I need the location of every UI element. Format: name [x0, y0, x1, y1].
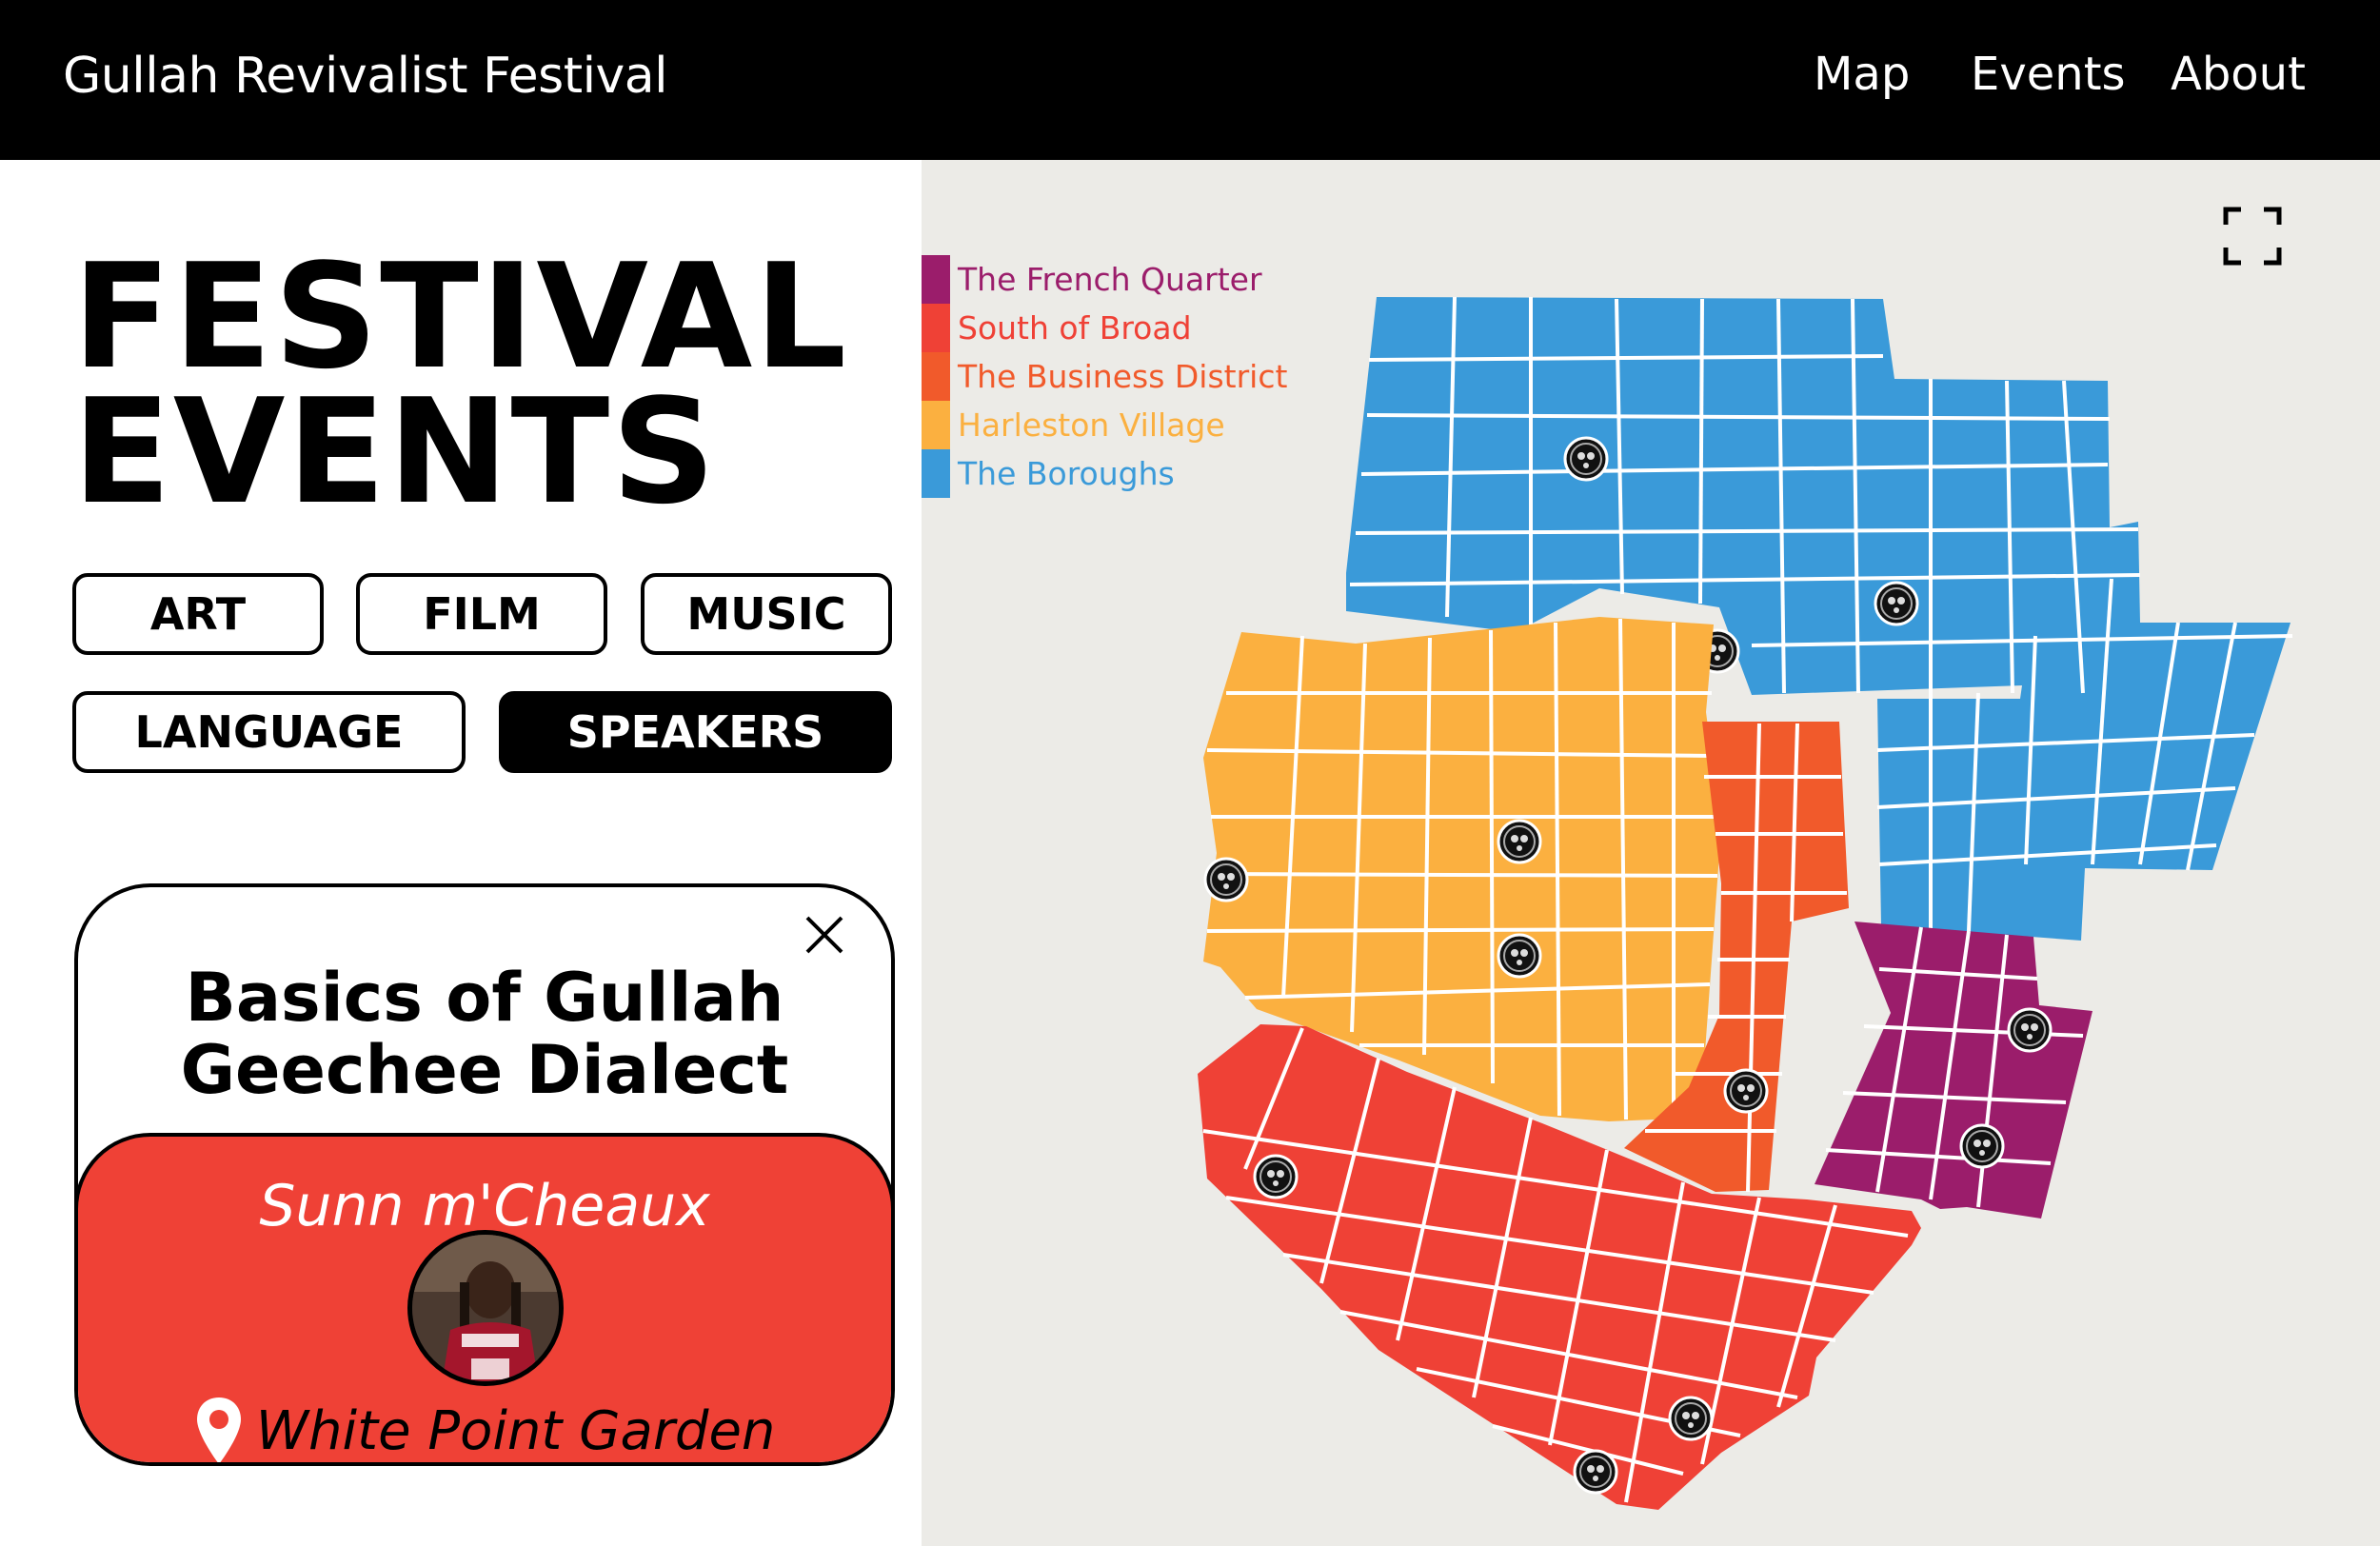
speaker-photo: [412, 1235, 559, 1381]
event-title-line-1: Basics of Gullah: [185, 959, 784, 1037]
top-nav-bar: Gullah Revivalist Festival Map Events Ab…: [0, 0, 2380, 160]
event-marker-icon[interactable]: [2007, 1007, 2053, 1053]
filter-film-button[interactable]: FILM: [356, 573, 607, 655]
event-marker-icon[interactable]: [1497, 933, 1542, 979]
event-card: Basics of Gullah Geechee Dialect Sunn m'…: [74, 883, 895, 1466]
legend-swatch: [922, 352, 950, 401]
legend-label: South of Broad: [958, 309, 1192, 347]
legend-swatch: [922, 449, 950, 498]
nav-link-map[interactable]: Map: [1814, 48, 1910, 101]
legend-item-south-of-broad[interactable]: South of Broad: [922, 304, 1302, 352]
filter-speakers-button[interactable]: SPEAKERS: [499, 691, 892, 773]
legend-item-harleston-village[interactable]: Harleston Village: [922, 401, 1302, 449]
event-details-panel: Sunn m'Cheaux White Point Garden: [78, 1133, 891, 1462]
nav-link-events[interactable]: Events: [1971, 48, 2126, 101]
legend-item-business-district[interactable]: The Business District: [922, 352, 1302, 401]
speaker-avatar: [407, 1230, 564, 1386]
district-the-french-quarter[interactable]: [1815, 922, 2092, 1219]
fullscreen-icon[interactable]: [2222, 206, 2283, 267]
close-icon[interactable]: [802, 912, 847, 958]
event-marker-icon[interactable]: [1203, 857, 1249, 902]
legend-label: Harleston Village: [958, 406, 1225, 444]
legend-swatch: [922, 255, 950, 304]
location-pin-icon: [196, 1397, 241, 1462]
event-title: Basics of Gullah Geechee Dialect: [78, 961, 891, 1106]
filter-art-button[interactable]: ART: [72, 573, 324, 655]
page-title-line-1: FESTIVAL: [72, 232, 849, 401]
event-marker-icon[interactable]: [1497, 819, 1542, 864]
filter-music-button[interactable]: MUSIC: [641, 573, 892, 655]
map-legend: The French Quarter South of Broad The Bu…: [922, 255, 1302, 498]
event-title-line-2: Geechee Dialect: [180, 1031, 789, 1109]
legend-label: The Business District: [958, 358, 1288, 395]
location-name[interactable]: White Point Garden: [256, 1400, 776, 1462]
event-location: White Point Garden: [78, 1396, 891, 1462]
legend-item-the-boroughs[interactable]: The Boroughs: [922, 449, 1302, 498]
page-title-line-2: EVENTS: [72, 367, 718, 536]
legend-swatch: [922, 401, 950, 449]
event-marker-icon[interactable]: [1959, 1123, 2005, 1169]
legend-label: The French Quarter: [958, 261, 1262, 298]
nav-link-about[interactable]: About: [2171, 48, 2306, 101]
event-marker-icon[interactable]: [1253, 1154, 1299, 1199]
site-title[interactable]: Gullah Revivalist Festival: [63, 48, 668, 105]
event-marker-icon[interactable]: [1563, 436, 1609, 482]
filter-language-button[interactable]: LANGUAGE: [72, 691, 466, 773]
legend-label: The Boroughs: [958, 455, 1175, 492]
legend-item-french-quarter[interactable]: The French Quarter: [922, 255, 1302, 304]
event-marker-icon[interactable]: [1573, 1449, 1618, 1495]
event-marker-icon[interactable]: [1874, 581, 1919, 626]
legend-swatch: [922, 304, 950, 352]
event-marker-icon[interactable]: [1723, 1068, 1769, 1114]
page-title: FESTIVAL EVENTS: [72, 232, 849, 536]
event-marker-icon[interactable]: [1668, 1396, 1714, 1441]
